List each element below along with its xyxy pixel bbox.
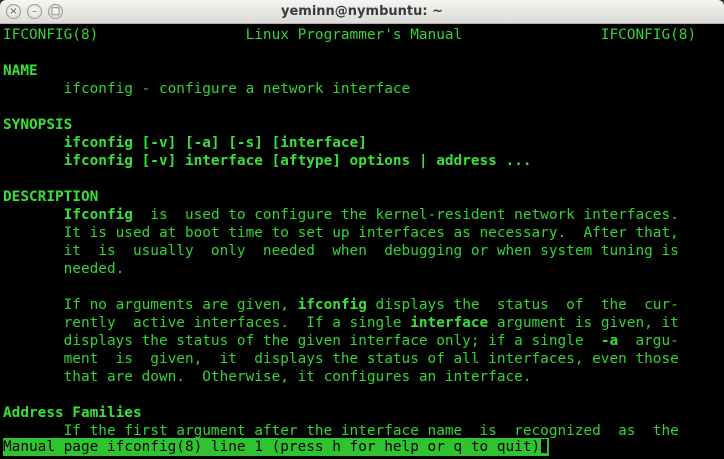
man-header: IFCONFIG(8) Linux Programmer's Manual IF… <box>3 27 697 43</box>
name-heading: NAME <box>3 63 38 79</box>
description-line: If no arguments are given, ifconfig disp… <box>3 297 679 313</box>
synopsis-heading: SYNOPSIS <box>3 117 73 133</box>
description-line: displays the status of the given interfa… <box>3 333 679 349</box>
description-line: that are down. Otherwise, it configures … <box>3 369 532 385</box>
description-line: It is used at boot time to set up interf… <box>3 225 679 241</box>
name-line: ifconfig - configure a network interface <box>3 81 411 97</box>
address-families-heading: Address Families <box>3 405 142 421</box>
description-line: rently active interfaces. If a single in… <box>3 315 679 331</box>
pager-status-bar: Manual page ifconfig(8) line 1 (press h … <box>3 438 550 456</box>
description-line: Ifconfig is used to configure the kernel… <box>63 207 679 223</box>
terminal-cursor <box>540 438 549 454</box>
title-bar[interactable]: × – □ yeminn@nymbuntu: ~ <box>0 0 724 24</box>
terminal-content[interactable]: IFCONFIG(8) Linux Programmer's Manual IF… <box>0 24 724 459</box>
synopsis-line: ifconfig [-v] [-a] [-s] [interface] <box>3 135 367 151</box>
terminal-window: × – □ yeminn@nymbuntu: ~ IFCONFIG(8) Lin… <box>0 0 724 459</box>
description-heading: DESCRIPTION <box>3 189 99 205</box>
description-line: it is usually only needed when debugging… <box>3 243 679 259</box>
window-title: yeminn@nymbuntu: ~ <box>281 4 443 19</box>
scrollbar[interactable] <box>720 24 724 459</box>
description-line: ment is given, it displays the status of… <box>3 351 679 367</box>
description-line: needed. <box>3 261 125 277</box>
synopsis-line: ifconfig [-v] interface [aftype] options… <box>3 153 532 169</box>
